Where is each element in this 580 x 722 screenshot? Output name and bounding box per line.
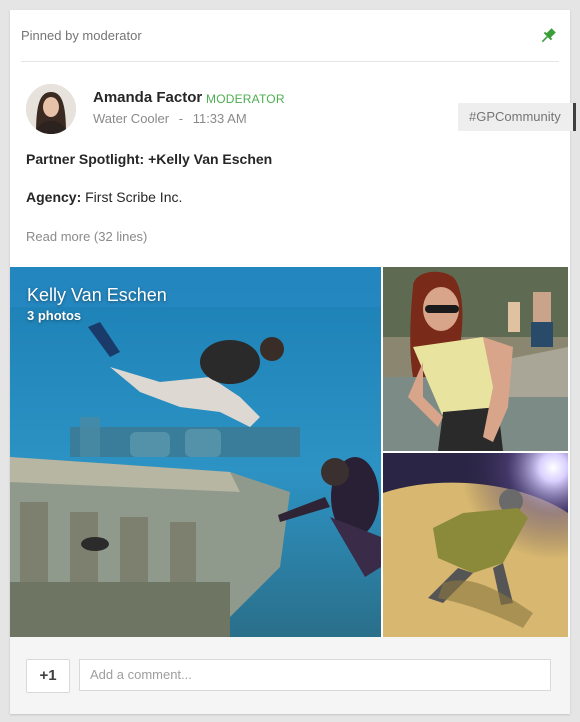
post-time[interactable]: 11:33 AM <box>193 111 247 126</box>
agency-label: Agency: <box>26 189 82 205</box>
album-count: 3 photos <box>27 308 82 323</box>
post-category[interactable]: Water Cooler <box>93 111 169 126</box>
author-name[interactable]: Amanda Factor <box>93 89 202 106</box>
hashtag-chip[interactable]: #GPCommunity <box>458 103 576 131</box>
post-meta: Water Cooler - 11:33 AM <box>93 111 247 126</box>
read-more-link[interactable]: Read more (32 lines) <box>26 229 147 244</box>
album-photo-bottom[interactable] <box>383 453 568 637</box>
pin-icon[interactable] <box>538 26 558 46</box>
album-photo-top[interactable] <box>383 267 568 451</box>
meta-separator: - <box>178 111 184 126</box>
agency-value: First Scribe Inc. <box>85 189 183 205</box>
album-title[interactable]: Kelly Van Eschen <box>27 285 167 306</box>
pinned-label: Pinned by moderator <box>21 28 142 43</box>
plus-one-button[interactable]: +1 <box>26 659 70 693</box>
post-card: Pinned by moderator Amanda Factor MODERA… <box>10 10 576 714</box>
post-agency: Agency: First Scribe Inc. <box>26 189 182 205</box>
post-spotlight: Partner Spotlight: +Kelly Van Eschen <box>26 151 273 167</box>
pinned-header: Pinned by moderator <box>21 10 559 62</box>
avatar[interactable] <box>26 84 76 134</box>
moderator-badge: MODERATOR <box>206 92 285 106</box>
post-footer: +1 Add a comment... <box>10 637 570 714</box>
comment-input[interactable]: Add a comment... <box>79 659 551 691</box>
